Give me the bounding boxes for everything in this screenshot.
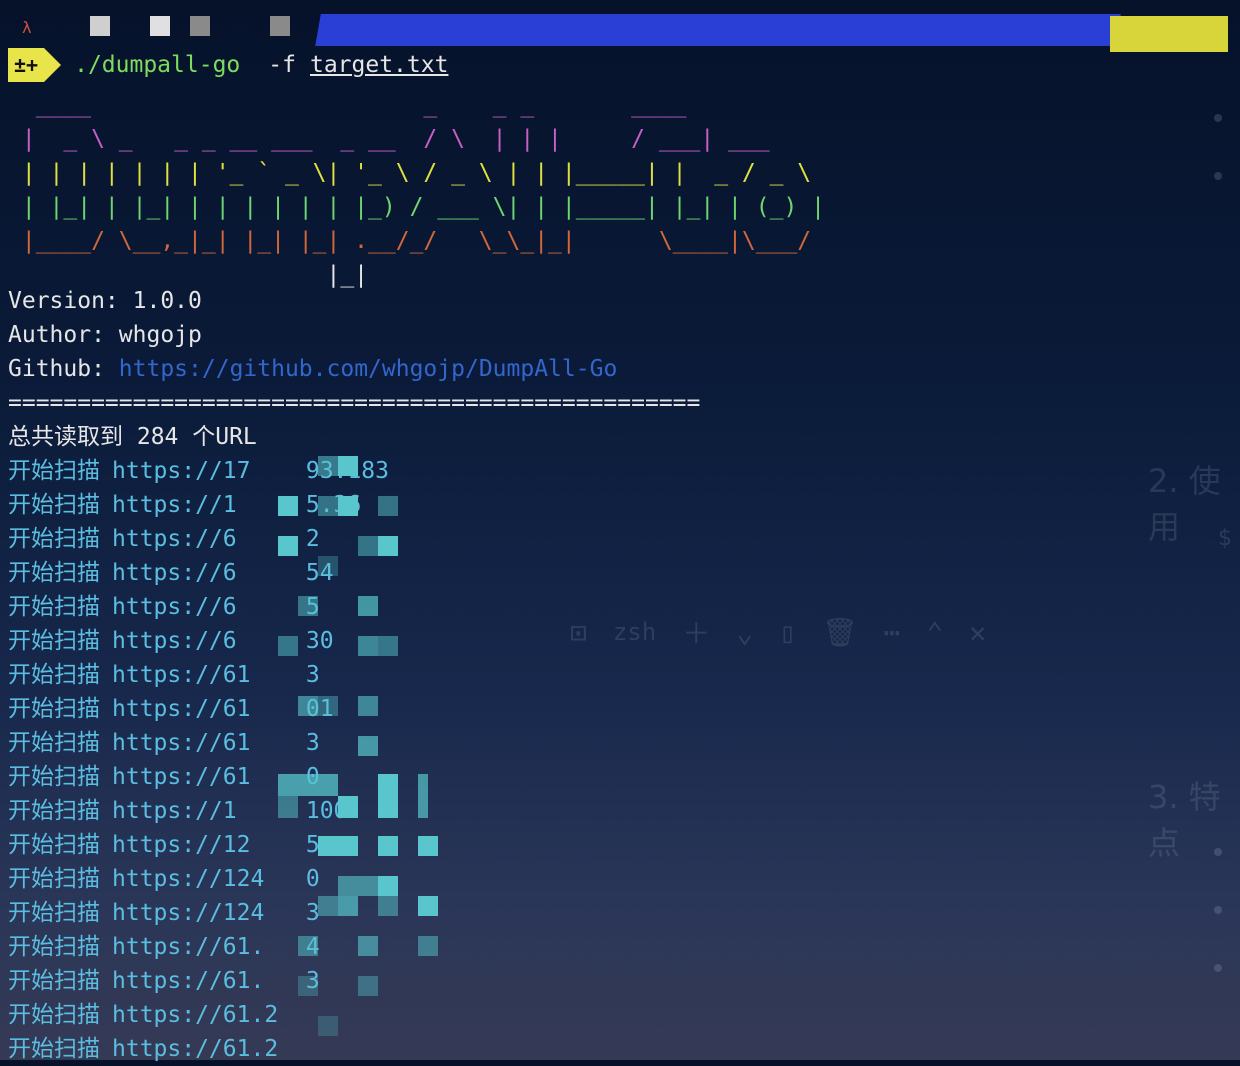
ascii-banner: ____ _ _ _ ____ | _ \ _ _ _ __ ___ _ __ … xyxy=(8,88,825,292)
version-line: Version: 1.0.0 xyxy=(8,284,700,318)
version-label: Version: xyxy=(8,288,119,314)
scan-label: 开始扫描 xyxy=(8,798,100,824)
scan-label: 开始扫描 xyxy=(8,560,100,586)
scan-label: 开始扫描 xyxy=(8,900,100,926)
scan-label: 开始扫描 xyxy=(8,458,100,484)
author-line: Author: whgojp xyxy=(8,318,700,352)
scan-label: 开始扫描 xyxy=(8,832,100,858)
banner-line: |____/ \__,_|_| |_| |_| .__/_/ \_\_|_| \… xyxy=(8,228,812,254)
prompt-line: ±+ ./dumpall-go -f target.txt xyxy=(8,46,448,84)
scan-label: 开始扫描 xyxy=(8,594,100,620)
banner-line: | |_| | |_| | | | | | | |_) / ___ \| | |… xyxy=(8,194,825,220)
scan-label: 开始扫描 xyxy=(8,764,100,790)
command-file: target.txt xyxy=(309,52,449,78)
command-name: ./dumpall-go xyxy=(74,52,241,78)
scan-label: 开始扫描 xyxy=(8,866,100,892)
github-line: Github: https://github.com/whgojp/DumpAl… xyxy=(8,352,700,386)
banner-line: | _ \ _ _ _ __ ___ _ __ / \ | | | / ___|… xyxy=(8,126,770,152)
command-flag: -f xyxy=(268,52,296,78)
github-label: Github: xyxy=(8,356,105,382)
banner-line: ____ _ _ _ ____ xyxy=(8,92,687,118)
scan-label: 开始扫描 xyxy=(8,730,100,756)
url-redaction-mosaic xyxy=(270,452,450,1062)
scan-label: 开始扫描 xyxy=(8,968,100,994)
scan-label: 开始扫描 xyxy=(8,1002,100,1028)
scan-label: 开始扫描 xyxy=(8,934,100,960)
scan-label: 开始扫描 xyxy=(8,1036,100,1062)
scan-label: 开始扫描 xyxy=(8,526,100,552)
scan-label: 开始扫描 xyxy=(8,492,100,518)
author-value: whgojp xyxy=(118,322,202,348)
scan-label: 开始扫描 xyxy=(8,662,100,688)
author-label: Author: xyxy=(8,322,105,348)
separator: ========================================… xyxy=(8,390,701,416)
scan-label: 开始扫描 xyxy=(8,628,100,654)
banner-line: | | | | | | | '_ ` _ \| '_ \ / _ \ | | |… xyxy=(8,160,812,186)
scan-url: https://61.2 xyxy=(112,1002,279,1028)
scan-label: 开始扫描 xyxy=(8,696,100,722)
terminal[interactable]: ±+ ./dumpall-go -f target.txt ____ _ _ _… xyxy=(8,0,1232,1062)
git-status-badge: ±+ xyxy=(8,48,62,82)
github-link[interactable]: https://github.com/whgojp/DumpAll-Go xyxy=(119,356,618,382)
scan-url: https://61.2 xyxy=(112,1036,279,1062)
summary-line: 总共读取到 284 个URL xyxy=(8,424,257,450)
version-value: 1.0.0 xyxy=(132,288,202,314)
